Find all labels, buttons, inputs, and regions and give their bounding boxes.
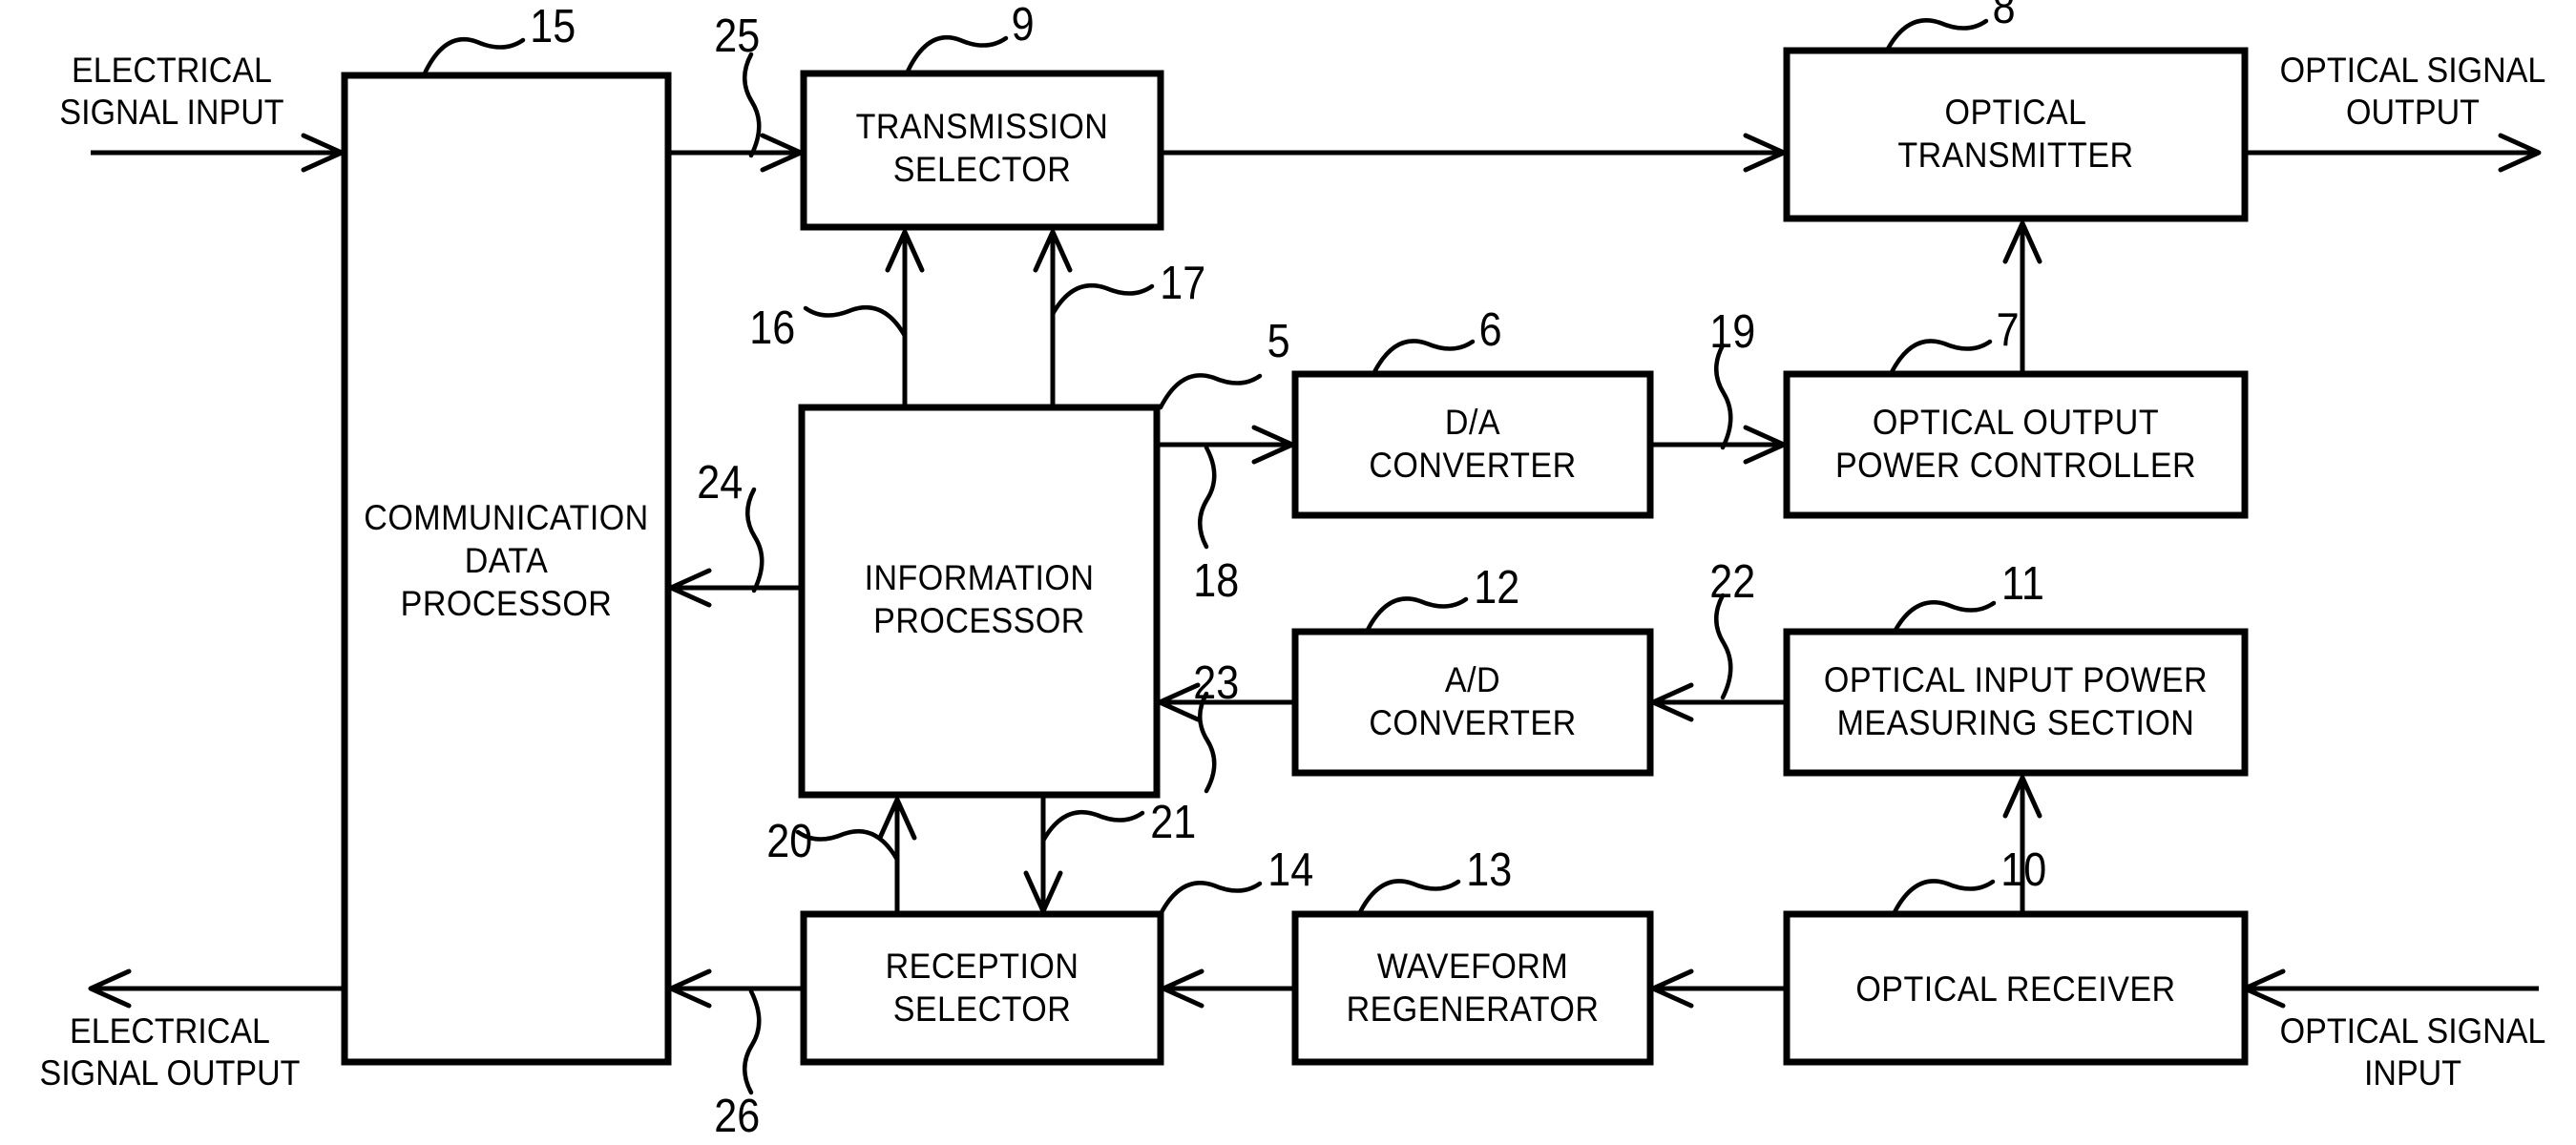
- ref-numeral-8: 8: [1992, 0, 2016, 33]
- ref-numeral-19: 19: [1709, 306, 1756, 358]
- leader-26: [743, 989, 762, 1095]
- leader-12: [1364, 596, 1469, 635]
- leader-25: [743, 52, 762, 158]
- block-information-processor[interactable]: [798, 404, 1161, 799]
- leader-21: [1040, 809, 1145, 843]
- io-label-electrical-signal-output: ELECTRICAL SIGNAL OUTPUT: [39, 1011, 301, 1093]
- ref-numeral-13: 13: [1466, 844, 1513, 896]
- leader-6: [1371, 339, 1476, 377]
- ref-numeral-24: 24: [697, 457, 743, 509]
- ref-numeral-14: 14: [1267, 844, 1314, 896]
- ref-numeral-6: 6: [1478, 304, 1502, 356]
- block-waveform-regenerator[interactable]: [1291, 910, 1654, 1066]
- ref-numeral-21: 21: [1150, 797, 1197, 848]
- block-da-converter[interactable]: [1291, 370, 1654, 519]
- io-label-electrical-signal-input: ELECTRICAL SIGNAL INPUT: [59, 51, 284, 132]
- ref-numeral-16: 16: [749, 302, 796, 354]
- ref-numeral-15: 15: [530, 1, 576, 52]
- ref-numeral-25: 25: [714, 10, 761, 62]
- ref-numeral-22: 22: [1709, 556, 1756, 608]
- leader-5: [1158, 373, 1263, 410]
- ref-numeral-7: 7: [1996, 304, 2020, 356]
- leader-17: [1050, 282, 1155, 317]
- ref-numeral-5: 5: [1267, 316, 1290, 367]
- block-optical-output-power-controller[interactable]: [1783, 370, 2249, 519]
- diagram-svg: [88, 18, 2542, 1095]
- leader-10: [1891, 879, 1996, 917]
- block-optical-transmitter[interactable]: [1783, 47, 2249, 222]
- leader-11: [1892, 599, 1997, 635]
- leader-24: [745, 487, 764, 593]
- block-transmission-selector[interactable]: [800, 70, 1164, 231]
- ref-numeral-23: 23: [1193, 657, 1240, 709]
- ref-numeral-18: 18: [1193, 555, 1240, 607]
- leader-13: [1356, 879, 1461, 917]
- ref-numeral-10: 10: [2000, 844, 2047, 896]
- figure-canvas: COMMUNICATION DATA PROCESSOR TRANSMISSIO…: [0, 0, 2576, 1145]
- block-optical-input-power-measuring-section[interactable]: [1783, 628, 2249, 777]
- ref-numeral-12: 12: [1474, 562, 1520, 614]
- leader-8: [1884, 18, 1989, 53]
- leader-18: [1198, 445, 1217, 550]
- leader-16: [803, 304, 908, 339]
- ref-numeral-17: 17: [1160, 258, 1206, 309]
- leader-9: [904, 34, 1009, 76]
- ref-numeral-9: 9: [1011, 0, 1035, 51]
- leader-19: [1714, 343, 1733, 450]
- block-ad-converter[interactable]: [1291, 628, 1654, 777]
- ref-numeral-11: 11: [2001, 558, 2044, 610]
- io-label-optical-signal-input: OPTICAL SIGNAL INPUT: [2279, 1011, 2546, 1093]
- leader-14: [1158, 881, 1263, 917]
- leader-15: [421, 36, 526, 78]
- leader-7: [1888, 339, 1993, 377]
- io-label-optical-signal-output: OPTICAL SIGNAL OUTPUT: [2279, 51, 2546, 132]
- leader-22: [1714, 593, 1733, 700]
- block-reception-selector[interactable]: [800, 910, 1164, 1066]
- ref-numeral-26: 26: [714, 1091, 761, 1142]
- ref-numeral-20: 20: [766, 816, 813, 867]
- block-optical-receiver[interactable]: [1783, 910, 2249, 1066]
- block-communication-data-processor[interactable]: [341, 72, 672, 1066]
